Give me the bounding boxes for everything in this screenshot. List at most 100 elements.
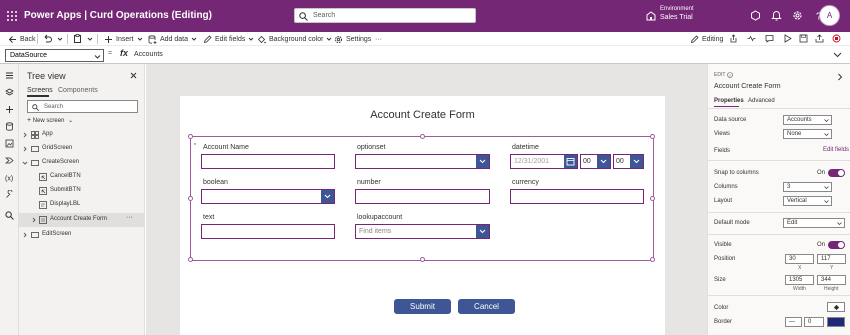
publish-icon[interactable] [815, 34, 824, 43]
waffle-icon[interactable] [6, 10, 18, 22]
optionset-dropdown[interactable] [355, 154, 490, 169]
tab-advanced[interactable]: Advanced [748, 98, 775, 104]
more-commands-button[interactable]: ··· [375, 32, 382, 46]
chevron-right-icon[interactable] [22, 146, 28, 152]
height-input[interactable]: 344 [817, 275, 846, 285]
close-icon[interactable] [130, 72, 137, 79]
settings-button[interactable]: Settings [334, 32, 371, 46]
dropdown-button[interactable] [476, 225, 489, 238]
resize-handle[interactable] [420, 134, 425, 139]
border-color-swatch[interactable] [827, 317, 845, 327]
text-input[interactable] [201, 224, 335, 239]
edit-form[interactable]: * Account Name optionset datetime 12/31/… [188, 134, 655, 262]
chevron-right-icon[interactable] [31, 217, 37, 223]
tree-item-editscreen[interactable]: EditScreen [19, 228, 145, 242]
resize-handle[interactable] [188, 134, 193, 139]
color-picker[interactable] [827, 302, 845, 312]
tree-item-cancelbtn[interactable]: CancelBTN [19, 170, 145, 184]
hour-dropdown[interactable]: 00 [580, 154, 611, 169]
border-style-dropdown[interactable]: — [785, 317, 802, 327]
tree-item-submitbtn[interactable]: SubmitBTN [19, 184, 145, 198]
app-screen[interactable]: Account Create Form * Account Name optio… [180, 96, 665, 335]
lookupaccount-combobox[interactable]: Find items [355, 224, 490, 239]
search-icon[interactable] [5, 211, 14, 220]
resize-handle[interactable] [188, 257, 193, 262]
date-picker[interactable]: 12/31/2001 [510, 154, 578, 169]
gear-icon[interactable] [792, 10, 803, 21]
chevron-down-icon[interactable] [22, 160, 28, 166]
default-mode-dropdown[interactable]: Edit [783, 218, 845, 228]
tree-item-gridscreen[interactable]: GridScreen [19, 142, 145, 156]
plus-icon[interactable] [5, 105, 14, 114]
more-options-button[interactable]: ··· [126, 214, 133, 221]
comment-icon[interactable] [765, 34, 774, 43]
layout-dropdown[interactable]: Vertical [783, 196, 832, 206]
layers-icon[interactable] [5, 88, 14, 97]
tab-properties[interactable]: Properties [714, 98, 744, 104]
position-x-input[interactable]: 30 [785, 254, 814, 264]
resize-handle[interactable] [420, 257, 425, 262]
add-data-button[interactable]: Add data [148, 32, 200, 46]
property-dropdown[interactable]: DataSource [5, 49, 104, 62]
stop-icon[interactable] [832, 34, 841, 43]
visible-toggle[interactable] [828, 241, 845, 249]
database-icon[interactable] [5, 122, 14, 131]
avatar[interactable]: A [820, 6, 839, 25]
editing-button[interactable]: Editing [690, 32, 723, 46]
environment-name[interactable]: Sales Trial [660, 14, 693, 21]
formula-input[interactable]: Accounts [134, 51, 163, 58]
submit-button[interactable]: Submit [394, 299, 451, 314]
minute-dropdown[interactable]: 00 [613, 154, 644, 169]
power-automate-icon[interactable] [5, 156, 14, 165]
info-icon[interactable] [727, 72, 733, 78]
chevron-right-icon[interactable] [22, 132, 28, 138]
insert-button[interactable]: Insert [104, 32, 146, 46]
variables-icon[interactable]: (x) [5, 173, 14, 183]
cancel-button[interactable]: Cancel [458, 299, 515, 314]
tree-search-input[interactable]: Search [27, 100, 138, 113]
resize-handle[interactable] [188, 196, 193, 201]
play-icon[interactable] [783, 34, 792, 43]
edit-fields-link[interactable]: Edit fields [823, 147, 849, 153]
tree-item-account-create-form[interactable]: Account Create Form ··· [19, 213, 145, 227]
tree-item-app[interactable]: App [19, 128, 145, 142]
clipboard-icon[interactable] [73, 34, 82, 43]
chevron-down-icon[interactable] [57, 36, 63, 42]
health-icon[interactable] [747, 34, 756, 43]
dropdown-button[interactable] [630, 155, 643, 168]
tree-item-displaylbl[interactable]: DisplayLBL [19, 198, 145, 212]
account-name-input[interactable] [201, 154, 335, 169]
calendar-button[interactable] [564, 155, 577, 168]
background-color-button[interactable]: Background color [257, 32, 335, 46]
undo-icon[interactable] [43, 34, 52, 43]
boolean-dropdown[interactable] [201, 189, 335, 204]
views-dropdown[interactable]: None [783, 129, 832, 139]
columns-dropdown[interactable]: 3 [783, 182, 832, 192]
tools-icon[interactable] [5, 190, 14, 199]
width-input[interactable]: 1305 [785, 275, 814, 285]
media-icon[interactable] [5, 139, 14, 148]
snap-toggle[interactable] [828, 169, 845, 177]
copilot-icon[interactable] [750, 10, 761, 21]
new-screen-button[interactable]: + New screen ⌄ [27, 117, 73, 124]
position-y-input[interactable]: 117 [817, 254, 846, 264]
chevron-right-icon[interactable] [22, 232, 28, 238]
hamburger-icon[interactable] [5, 71, 14, 80]
resize-handle[interactable] [650, 257, 655, 262]
search-box[interactable]: Search [294, 8, 476, 23]
edit-fields-button[interactable]: Edit fields [203, 32, 257, 46]
tab-components[interactable]: Components [58, 87, 98, 94]
dropdown-button[interactable] [476, 155, 489, 168]
chevron-right-icon[interactable] [837, 73, 843, 81]
save-icon[interactable] [799, 34, 808, 43]
share-icon[interactable] [729, 34, 738, 43]
currency-input[interactable] [510, 189, 644, 204]
bell-icon[interactable] [771, 10, 782, 21]
chevron-down-icon[interactable] [87, 36, 93, 42]
data-source-dropdown[interactable]: Accounts [783, 115, 832, 125]
dropdown-button[interactable] [597, 155, 610, 168]
form-title-label[interactable]: Account Create Form [180, 109, 665, 121]
chevron-down-icon[interactable] [833, 50, 842, 59]
border-width-input[interactable]: 0 [804, 317, 824, 327]
tree-item-createscreen[interactable]: CreateScreen [19, 156, 145, 170]
